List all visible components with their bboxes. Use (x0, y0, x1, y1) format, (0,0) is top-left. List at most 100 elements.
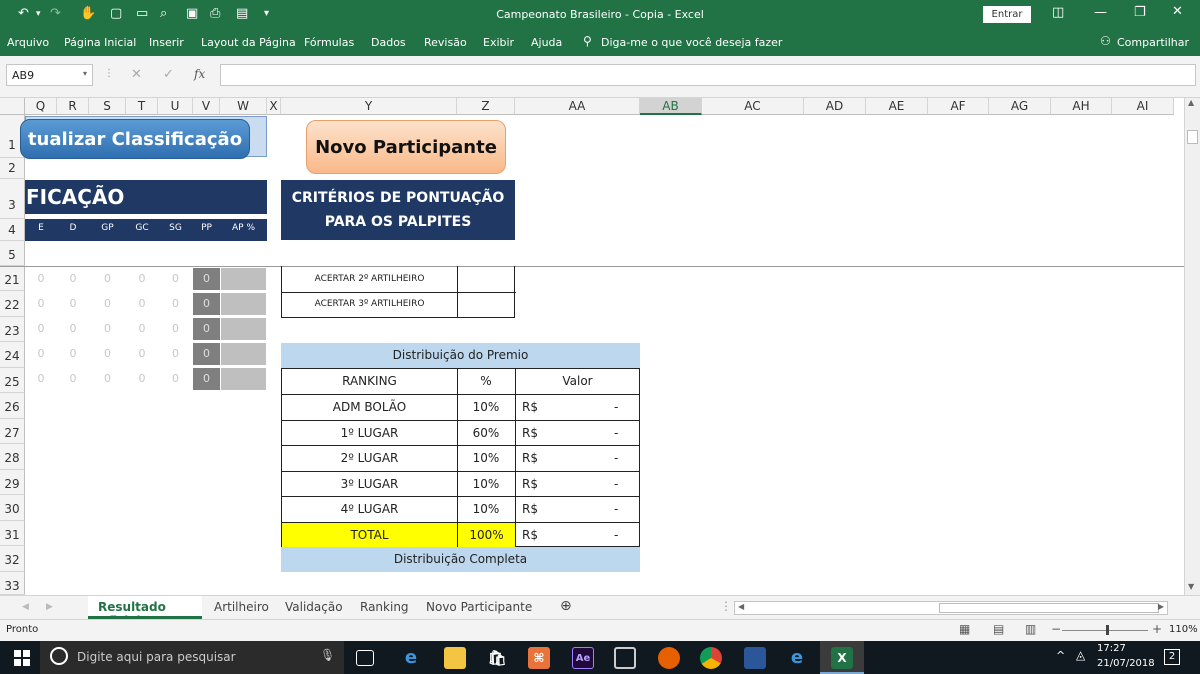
cell-d[interactable]: 0 (57, 322, 89, 335)
save-icon[interactable]: ▣ (186, 6, 198, 21)
row-header-4[interactable]: 4 (0, 219, 25, 241)
sign-in-button[interactable]: Entrar (983, 6, 1031, 23)
premio-value[interactable]: - (614, 477, 618, 491)
cell-ap[interactable] (221, 293, 266, 315)
column-header-af[interactable]: AF (928, 98, 989, 115)
share-button[interactable]: Compartilhar (1117, 36, 1189, 49)
premio-currency[interactable]: R$ (522, 477, 538, 491)
cell-gc[interactable]: 0 (126, 322, 158, 335)
tab-split-dots-icon[interactable]: ⋮ (720, 599, 732, 613)
tab-inserir[interactable]: Inserir (149, 36, 184, 49)
cell-e[interactable]: 0 (25, 347, 57, 360)
column-header-u[interactable]: U (158, 98, 193, 115)
cell-gc[interactable]: 0 (126, 347, 158, 360)
row-header-27[interactable]: 27 (0, 419, 25, 444)
column-header-ah[interactable]: AH (1051, 98, 1112, 115)
cell-gc[interactable]: 0 (126, 297, 158, 310)
cell-gp[interactable]: 0 (89, 272, 126, 285)
restore-icon[interactable]: ❐ (1134, 5, 1146, 20)
sheet-tab-active[interactable]: Resultado Oficial (88, 596, 202, 628)
row-header-5[interactable]: 5 (0, 241, 25, 266)
novo-participante-button[interactable]: Novo Participante (306, 120, 506, 174)
premio-pct[interactable]: 10% (457, 477, 515, 491)
column-header-ai[interactable]: AI (1112, 98, 1174, 115)
cell-d[interactable]: 0 (57, 372, 89, 385)
column-header-r[interactable]: R (57, 98, 89, 115)
internet-explorer-icon[interactable]: e (786, 647, 808, 669)
page-break-view-icon[interactable]: ▥ (1025, 622, 1036, 636)
cell-gc[interactable]: 0 (126, 372, 158, 385)
taskbar-time[interactable]: 17:27 (1097, 643, 1126, 654)
row-header-2[interactable]: 2 (0, 158, 25, 179)
premio-currency[interactable]: R$ (522, 451, 538, 465)
scroll-down-icon[interactable]: ▼ (1188, 582, 1194, 591)
taskbar-date[interactable]: 21/07/2018 (1097, 658, 1155, 669)
premio-ranking[interactable]: 2º LUGAR (282, 451, 457, 465)
cell-e[interactable]: 0 (25, 297, 57, 310)
app-window-icon[interactable] (614, 647, 636, 669)
premio-currency[interactable]: R$ (522, 502, 538, 516)
remote-desktop-icon[interactable] (744, 647, 766, 669)
cell-pp[interactable]: 0 (193, 293, 220, 315)
column-header-ac[interactable]: AC (702, 98, 804, 115)
row-header-23[interactable]: 23 (0, 317, 25, 342)
criterios-item-3-artilheiro[interactable]: ACERTAR 3º ARTILHEIRO (282, 299, 457, 309)
ribbon-display-icon[interactable]: ◫ (1052, 5, 1064, 20)
premio-total-currency[interactable]: R$ (522, 528, 538, 542)
select-all-corner[interactable] (0, 98, 25, 115)
row-header-22[interactable]: 22 (0, 291, 25, 317)
task-view-icon[interactable] (356, 650, 374, 666)
zoom-out-icon[interactable]: − (1051, 622, 1061, 636)
cell-sg[interactable]: 0 (158, 372, 193, 385)
row-header-26[interactable]: 26 (0, 393, 25, 419)
new-file-icon[interactable]: ▢ (110, 6, 122, 21)
column-header-t[interactable]: T (126, 98, 158, 115)
cell-pp[interactable]: 0 (193, 268, 220, 290)
confirm-entry-icon[interactable]: ✓ (163, 67, 174, 82)
undo-dropdown-icon[interactable]: ▾ (36, 9, 41, 19)
scroll-up-icon[interactable]: ▲ (1188, 98, 1194, 107)
chrome-icon[interactable] (700, 647, 722, 669)
add-sheet-icon[interactable]: ⊕ (560, 598, 572, 614)
redo-icon[interactable]: ↷ (50, 6, 61, 21)
cancel-entry-icon[interactable]: ✕ (131, 67, 142, 82)
name-box[interactable]: AB9 ▾ (6, 64, 93, 86)
column-header-v[interactable]: V (193, 98, 220, 115)
microphone-icon[interactable]: 🎙 (320, 648, 335, 662)
zoom-slider[interactable] (1062, 630, 1148, 631)
store-icon[interactable]: 🛍 (486, 647, 508, 669)
cell-sg[interactable]: 0 (158, 272, 193, 285)
premio-ranking[interactable]: ADM BOLÃO (282, 400, 457, 414)
row-header-3[interactable]: 3 (0, 179, 25, 219)
scroll-right-icon[interactable]: ▶ (1158, 602, 1164, 611)
row-header-29[interactable]: 29 (0, 470, 25, 495)
file-explorer-icon[interactable] (444, 647, 466, 669)
tab-exibir[interactable]: Exibir (483, 36, 514, 49)
sheet-prev-icon[interactable]: ◀ (22, 602, 29, 612)
page-layout-view-icon[interactable]: ▤ (993, 622, 1004, 636)
taskbar-search-box[interactable]: Digite aqui para pesquisar 🎙 (40, 641, 344, 674)
name-box-dropdown-icon[interactable]: ▾ (83, 69, 87, 78)
cell-ap[interactable] (221, 268, 266, 290)
row-header-33[interactable]: 33 (0, 572, 25, 595)
premio-ranking[interactable]: 3º LUGAR (282, 477, 457, 491)
premio-currency[interactable]: R$ (522, 400, 538, 414)
cell-gp[interactable]: 0 (89, 322, 126, 335)
cell-sg[interactable]: 0 (158, 322, 193, 335)
premio-value[interactable]: - (614, 426, 618, 440)
scroll-left-icon[interactable]: ◀ (738, 602, 744, 611)
row-header-25[interactable]: 25 (0, 368, 25, 393)
row-header-24[interactable]: 24 (0, 342, 25, 368)
resize-dots-icon[interactable]: ⋮ (104, 68, 114, 79)
sheet-tab-novo-participante[interactable]: Novo Participante (426, 600, 532, 614)
premio-currency[interactable]: R$ (522, 426, 538, 440)
cell-gc[interactable]: 0 (126, 272, 158, 285)
insert-function-icon[interactable]: fx (194, 67, 205, 81)
windows-start-icon[interactable] (14, 650, 30, 666)
criterios-item-2-artilheiro[interactable]: ACERTAR 2º ARTILHEIRO (282, 274, 457, 284)
normal-view-icon[interactable]: ▦ (959, 622, 970, 636)
tab-arquivo[interactable]: Arquivo (7, 36, 49, 49)
sheet-tab-artilheiro[interactable]: Artilheiro (214, 600, 269, 614)
row-header-32[interactable]: 32 (0, 546, 25, 572)
cell-gp[interactable]: 0 (89, 372, 126, 385)
